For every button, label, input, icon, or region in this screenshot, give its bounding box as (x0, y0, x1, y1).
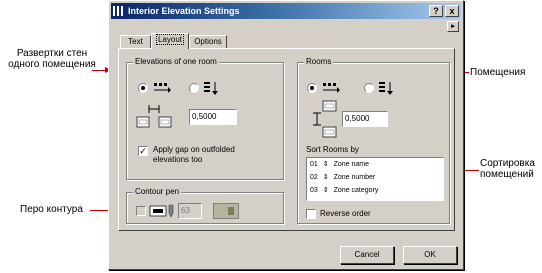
annotation-sorting-line2: помещений (480, 169, 534, 180)
horizontal-layout-radio[interactable] (138, 83, 148, 93)
sort-item-name: Zone number (333, 174, 376, 181)
close-button[interactable]: x (445, 5, 459, 17)
rooms-horizontal-radio[interactable] (307, 83, 317, 93)
reverse-order-checkbox[interactable] (306, 209, 316, 219)
app-icon (113, 6, 124, 16)
rooms-horizontal-icon (323, 83, 340, 93)
rooms-vertical-radio[interactable] (364, 83, 374, 93)
annotation-rooms: Помещения (470, 67, 526, 78)
sort-item-name: Zone category (333, 187, 379, 194)
vertical-layout-radio[interactable] (189, 83, 199, 93)
contour-pen-checkbox[interactable] (136, 206, 146, 216)
annotation-contour-pen: Перо контура (20, 204, 83, 215)
tab-options-label: Options (194, 37, 222, 46)
rooms-group-title: Rooms (304, 57, 334, 67)
vertical-gap-icon (313, 100, 337, 138)
tab-text[interactable]: Text (120, 35, 151, 49)
tab-layout[interactable]: Layout (151, 33, 189, 49)
annotation-elevations-line1: Развертки стен (16, 48, 88, 59)
pen-color-swatch[interactable] (213, 203, 239, 219)
title-bar[interactable]: Interior Elevation Settings ? x (111, 3, 461, 19)
annotation-sorting: Сортировка помещений (480, 158, 542, 180)
interior-elevation-settings-dialog: Interior Elevation Settings ? x ▸ Text L… (108, 0, 464, 270)
horizontal-gap-icon (136, 105, 172, 128)
elevations-group: Elevations of one room 0,5000 ✓ Apply ga… (126, 57, 284, 180)
help-button[interactable]: ? (429, 5, 443, 17)
sort-rooms-list[interactable]: 01 ⇕ Zone name 02 ⇕ Zone number 03 ⇕ Zon… (306, 157, 444, 201)
vertical-arrange-icon (204, 82, 218, 95)
sort-item-index: 02 (310, 174, 318, 181)
sort-item[interactable]: 03 ⇕ Zone category (310, 186, 378, 196)
drag-handle-icon[interactable]: ⇕ (320, 187, 332, 194)
contour-pen-group: Contour pen 63 (126, 187, 284, 224)
cancel-button[interactable]: Cancel (340, 246, 394, 264)
horizontal-arrange-icon (154, 83, 171, 93)
apply-gap-checkbox[interactable]: ✓ (138, 146, 148, 156)
rooms-gap-input[interactable]: 0,5000 (342, 111, 388, 127)
sort-rooms-label: Sort Rooms by (306, 145, 359, 154)
apply-gap-label-line2: elevations too (153, 155, 203, 164)
scroll-right-button[interactable]: ▸ (447, 21, 459, 32)
ok-button[interactable]: OK (403, 246, 457, 264)
sort-item-index: 01 (310, 161, 318, 168)
elevations-group-title: Elevations of one room (133, 57, 219, 67)
sort-item[interactable]: 02 ⇕ Zone number (310, 173, 375, 183)
tab-options[interactable]: Options (189, 35, 227, 49)
tab-layout-label: Layout (155, 34, 185, 45)
window-title: Interior Elevation Settings (128, 6, 240, 16)
apply-gap-label-line1: Apply gap on outfolded (153, 145, 235, 154)
annotation-elevations-line2: одного помещения (8, 59, 96, 70)
annotation-elevations: Развертки стен одного помещения (0, 48, 104, 70)
drag-handle-icon[interactable]: ⇕ (320, 161, 332, 168)
tab-text-label: Text (128, 37, 143, 46)
layout-tab-panel: Elevations of one room 0,5000 ✓ Apply ga… (118, 48, 455, 231)
rooms-vertical-icon (379, 82, 393, 95)
contour-pen-group-title: Contour pen (133, 187, 182, 197)
sort-item[interactable]: 01 ⇕ Zone name (310, 160, 369, 170)
pen-icon (149, 204, 174, 218)
drag-handle-icon[interactable]: ⇕ (320, 174, 332, 181)
elevations-gap-input[interactable]: 0,5000 (189, 109, 237, 125)
rooms-group: Rooms 0,5000 Sort Rooms by 01 ⇕ Zone nam… (297, 57, 450, 224)
reverse-order-label: Reverse order (320, 209, 371, 218)
annotation-sorting-line1: Сортировка (480, 158, 535, 169)
sort-item-index: 03 (310, 187, 318, 194)
sort-item-name: Zone name (333, 161, 369, 168)
pen-number-field[interactable]: 63 (178, 203, 202, 219)
